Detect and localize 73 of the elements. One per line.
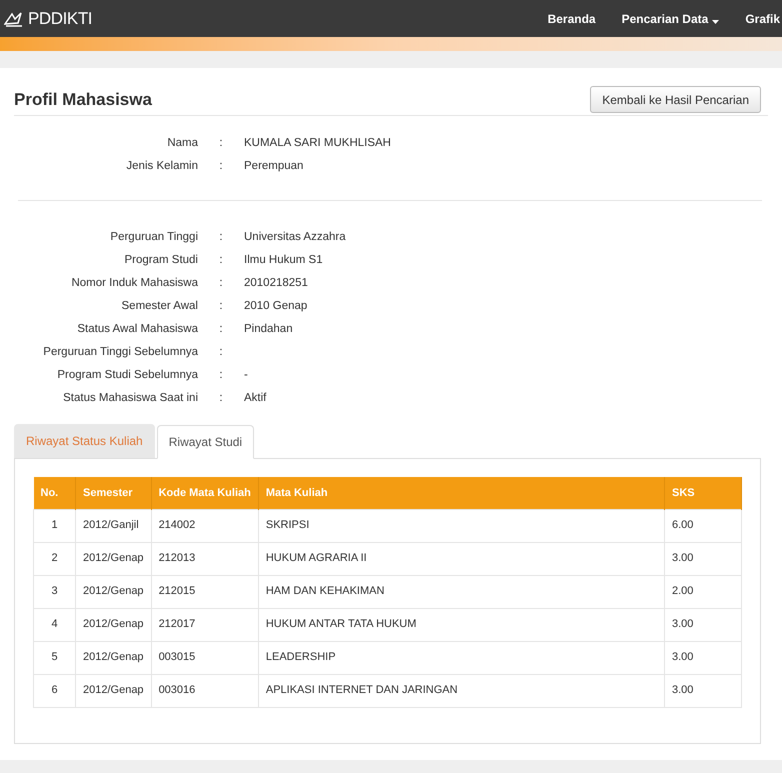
table-cell: 6 bbox=[34, 674, 76, 707]
table-cell: 6.00 bbox=[664, 509, 742, 542]
table-cell: APLIKASI INTERNET DAN JARINGAN bbox=[258, 674, 664, 707]
field-value: Aktif bbox=[244, 390, 266, 406]
separator: : bbox=[218, 158, 224, 174]
table-cell: 3.00 bbox=[664, 608, 742, 641]
table-cell: LEADERSHIP bbox=[258, 641, 664, 674]
field-value: 2010218251 bbox=[244, 276, 308, 291]
logo-icon bbox=[4, 10, 24, 26]
field-value: Universitas Azzahra bbox=[244, 230, 346, 245]
field-label: Perguruan Tinggi Sebelumnya bbox=[42, 344, 198, 360]
table-cell: HUKUM ANTAR TATA HUKUM bbox=[258, 608, 664, 641]
caret-icon bbox=[712, 20, 720, 24]
table-cell: 212015 bbox=[151, 575, 258, 608]
table-cell: 4 bbox=[34, 608, 76, 641]
field-label: Nomor Induk Mahasiswa bbox=[70, 276, 198, 291]
separator: : bbox=[218, 322, 224, 337]
field-value: Pindahan bbox=[244, 322, 293, 337]
field-label: Status Mahasiswa Saat ini bbox=[62, 390, 198, 406]
column-header: Kode Mata Kuliah bbox=[151, 477, 258, 509]
table-cell: 3.00 bbox=[664, 542, 742, 575]
table-cell: 2012/Genap bbox=[76, 542, 152, 575]
table-cell: SKRIPSI bbox=[258, 509, 664, 542]
table-cell: HUKUM AGRARIA II bbox=[258, 542, 664, 575]
separator: : bbox=[218, 276, 224, 291]
field-label: Perguruan Tinggi bbox=[109, 230, 198, 245]
separator: : bbox=[218, 252, 224, 268]
field-label: Program Studi bbox=[123, 252, 198, 268]
table-cell: 2012/Genap bbox=[76, 575, 152, 608]
nav-link[interactable]: Grafik bbox=[745, 10, 780, 28]
tab[interactable]: Riwayat Studi bbox=[156, 425, 254, 459]
table-cell: 5 bbox=[34, 641, 76, 674]
separator: : bbox=[218, 298, 224, 314]
field-label: Nama bbox=[166, 136, 198, 151]
table-cell: 2.00 bbox=[664, 575, 742, 608]
table-cell: 212013 bbox=[151, 542, 258, 575]
field-label: Semester Awal bbox=[120, 298, 198, 314]
field-value: KUMALA SARI MUKHLISAH bbox=[244, 136, 391, 151]
field-label: Jenis Kelamin bbox=[125, 158, 198, 174]
table-cell: 003015 bbox=[151, 641, 258, 674]
table-cell: 3.00 bbox=[664, 641, 742, 674]
column-header: Semester bbox=[76, 477, 152, 509]
separator: : bbox=[218, 368, 224, 383]
table-cell: HAM DAN KEHAKIMAN bbox=[258, 575, 664, 608]
table-cell: 2012/Genap bbox=[76, 641, 152, 674]
back-button[interactable]: Kembali ke Hasil Pencarian bbox=[590, 86, 761, 113]
field-value: 2010 Genap bbox=[244, 298, 308, 314]
table-cell: 2012/Ganjil bbox=[76, 509, 152, 542]
nav-link[interactable]: Pencarian Data bbox=[622, 10, 720, 28]
table-cell: 3.00 bbox=[664, 674, 742, 707]
field-value: Perempuan bbox=[244, 158, 304, 174]
table-cell: 2012/Genap bbox=[76, 608, 152, 641]
table-cell: 2 bbox=[34, 542, 76, 575]
separator: : bbox=[218, 390, 224, 406]
table-cell: 214002 bbox=[151, 509, 258, 542]
field-label: Program Studi Sebelumnya bbox=[56, 368, 198, 383]
column-header: No. bbox=[34, 477, 76, 509]
column-header: SKS bbox=[664, 477, 742, 509]
separator: : bbox=[218, 344, 224, 360]
nav-link[interactable]: Beranda bbox=[548, 10, 596, 28]
table-cell: 212017 bbox=[151, 608, 258, 641]
field-value: - bbox=[244, 368, 248, 383]
column-header: Mata Kuliah bbox=[258, 477, 664, 509]
brand-name[interactable]: PDDIKTI bbox=[28, 6, 92, 32]
page-title: Profil Mahasiswa bbox=[14, 88, 152, 111]
separator: : bbox=[218, 136, 224, 151]
table-cell: 1 bbox=[34, 509, 76, 542]
field-value: Ilmu Hukum S1 bbox=[244, 252, 323, 268]
table-cell: 3 bbox=[34, 575, 76, 608]
separator: : bbox=[218, 230, 224, 245]
table-cell: 003016 bbox=[151, 674, 258, 707]
field-label: Status Awal Mahasiswa bbox=[76, 322, 198, 337]
table-cell: 2012/Genap bbox=[76, 674, 152, 707]
